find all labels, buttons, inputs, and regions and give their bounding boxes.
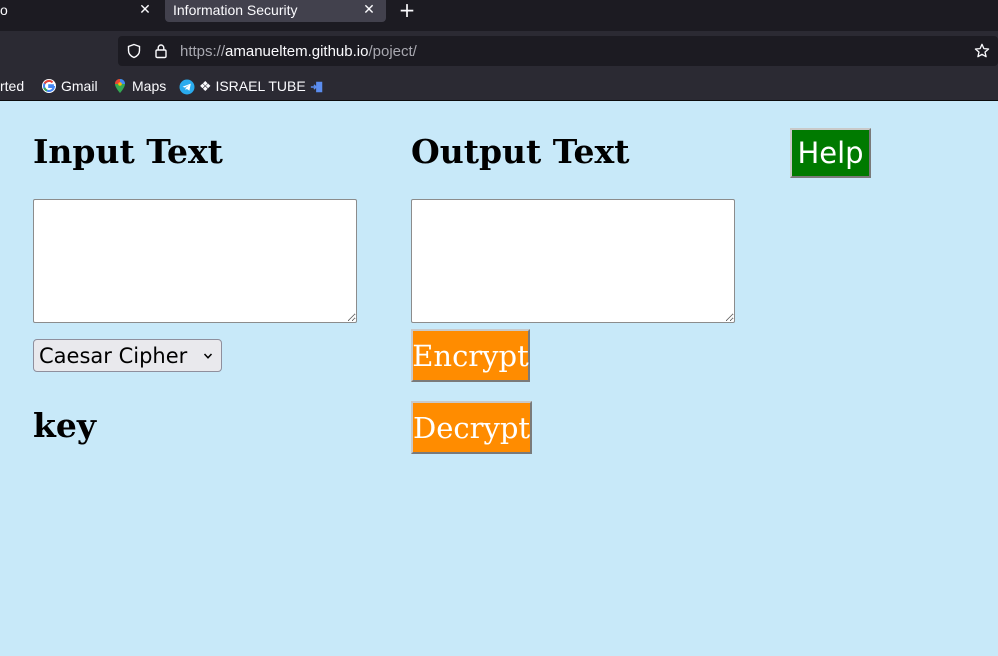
maps-pin-icon [115,79,125,93]
shield-icon[interactable] [126,43,142,59]
bookmark-gmail[interactable]: Gmail [41,78,98,94]
decrypt-button[interactable]: Decrypt [411,401,532,454]
google-icon [42,79,56,93]
bookmarks-toolbar: rted Gmail Maps ❖ ISRAEL TUBE [0,71,998,101]
tab-previous[interactable]: o ✕ [0,0,160,22]
url-path: /poject/ [368,43,417,60]
encrypt-button[interactable]: Encrypt [411,329,530,382]
tab-strip: o ✕ Information Security ✕ + [0,0,998,31]
output-text-area[interactable] [411,199,735,323]
bookmark-label: ❖ ISRAEL TUBE [199,78,306,94]
close-icon[interactable]: ✕ [361,1,377,17]
input-text-heading: Input Text [33,132,223,171]
bookmark-getting-started[interactable]: rted [0,78,24,94]
page-content: Input Text Output Text Help Caesar Ciphe… [0,101,998,656]
bookmark-label: rted [0,78,25,94]
output-text-heading: Output Text [411,132,630,171]
telegram-icon [179,79,195,94]
help-button[interactable]: Help [790,128,871,178]
bookmark-maps[interactable]: Maps [112,78,166,94]
tab-title: Information Security [173,2,298,18]
new-tab-button[interactable]: + [398,0,416,20]
url-scheme: https:// [180,43,226,60]
cipher-select-value: Caesar Cipher [39,343,188,368]
chevron-down-icon [203,353,213,359]
url-host: amanueltem.github.io [225,43,369,60]
url-text[interactable]: https://amanueltem.github.io/poject/ [180,43,417,60]
key-heading: key [33,406,97,445]
tab-information-security[interactable]: Information Security ✕ [165,0,386,22]
close-icon[interactable]: ✕ [137,1,153,17]
tab-title: o [0,2,8,18]
bookmark-label: Gmail [61,78,98,94]
lock-icon[interactable] [153,43,169,59]
input-text-area[interactable] [33,199,357,323]
navigation-toolbar: https://amanueltem.github.io/poject/ [0,31,998,71]
bookmark-israel-tube[interactable]: ❖ ISRAEL TUBE [179,78,324,95]
cipher-select[interactable]: Caesar Cipher [33,339,222,372]
bookmark-star-icon[interactable] [974,43,990,59]
address-bar[interactable]: https://amanueltem.github.io/poject/ [118,36,998,66]
exit-arrow-icon [310,81,322,92]
bookmark-label: Maps [132,78,167,94]
